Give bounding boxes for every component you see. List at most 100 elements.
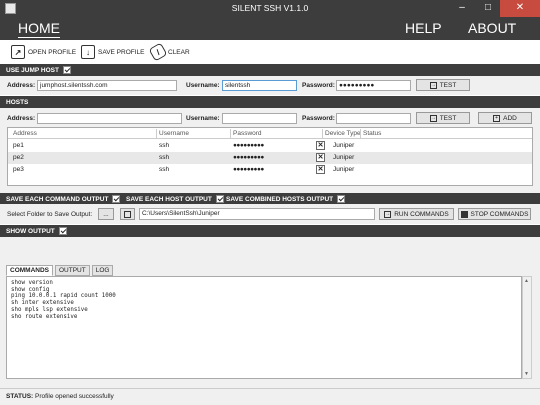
folder-label: Select Folder to Save Output: (7, 211, 93, 218)
save-each-host-option[interactable]: SAVE EACH HOST OUTPUT (126, 195, 224, 203)
open-profile-label: OPEN PROFILE (28, 48, 77, 56)
host-username-input[interactable] (222, 113, 297, 124)
jump-host-section-header: USE JUMP HOST (0, 64, 540, 76)
cell-username: ssh (159, 166, 170, 173)
run-commands-button[interactable]: → RUN COMMANDS (379, 208, 454, 220)
cell-username: ssh (159, 142, 170, 149)
jump-password-label: Password: (302, 82, 335, 89)
jump-address-input[interactable]: jumphost.silentssh.com (37, 80, 177, 91)
menu-help[interactable]: HELP (405, 20, 442, 36)
menu-about[interactable]: ABOUT (468, 20, 516, 36)
save-each-host-label: SAVE EACH HOST OUTPUT (126, 195, 212, 203)
jump-host-row: Address: jumphost.silentssh.com Username… (0, 76, 540, 95)
show-output-label: SHOW OUTPUT (6, 227, 55, 235)
delete-row-icon[interactable]: ✕ (316, 165, 325, 174)
browse-button[interactable]: ... (98, 208, 114, 220)
cell-address: pe3 (13, 166, 24, 173)
hosts-table: Address Username Password Device Type St… (7, 127, 533, 186)
clear-label: CLEAR (168, 48, 190, 56)
save-icon: ↓ (81, 45, 95, 59)
host-address-input[interactable] (37, 113, 182, 124)
cell-password: ●●●●●●●●● (233, 142, 264, 149)
title-bar: SILENT SSH V1.1.0 – □ ✕ (0, 0, 540, 17)
col-password[interactable]: Password (233, 130, 262, 137)
save-profile-button[interactable]: ↓ SAVE PROFILE (81, 44, 144, 60)
folder-icon (124, 210, 131, 218)
cell-username: ssh (159, 154, 170, 161)
save-options-bar: SAVE EACH COMMAND OUTPUT SAVE EACH HOST … (0, 193, 540, 204)
jump-test-button[interactable]: → TEST (416, 79, 470, 91)
table-row[interactable]: pe1 ssh ●●●●●●●●● ✕ Juniper (8, 140, 532, 152)
folder-path-input[interactable]: C:\Users\SilentSsh\Juniper (139, 208, 375, 220)
open-folder-button[interactable] (120, 208, 135, 220)
eraser-icon: / (148, 42, 168, 62)
host-password-input[interactable] (336, 113, 411, 124)
tab-log[interactable]: LOG (91, 265, 114, 276)
cell-device-type: Juniper (333, 166, 355, 173)
cell-password: ●●●●●●●●● (233, 166, 264, 173)
stop-icon (460, 210, 468, 218)
host-test-button[interactable]: → TEST (416, 112, 470, 124)
tab-output[interactable]: OUTPUT (55, 265, 90, 276)
scroll-down-icon[interactable]: ▼ (524, 371, 529, 377)
cell-address: pe1 (13, 142, 24, 149)
cell-device-type: Juniper (333, 154, 355, 161)
delete-row-icon[interactable]: ✕ (316, 153, 325, 162)
toolbar: ↗ OPEN PROFILE ↓ SAVE PROFILE / CLEAR (0, 40, 540, 64)
host-test-label: TEST (439, 114, 457, 122)
save-each-command-label: SAVE EACH COMMAND OUTPUT (6, 195, 109, 203)
table-row[interactable]: pe2 ssh ●●●●●●●●● ✕ Juniper (8, 152, 532, 164)
add-host-label: ADD (503, 114, 517, 122)
close-button[interactable]: ✕ (500, 0, 540, 17)
scroll-up-icon[interactable]: ▲ (524, 278, 529, 284)
jump-test-label: TEST (439, 81, 457, 89)
save-combined-option[interactable]: SAVE COMBINED HOSTS OUTPUT (226, 195, 346, 203)
commands-textarea[interactable]: show version show config ping 10.0.0.1 r… (6, 276, 522, 379)
menu-home[interactable]: HOME (18, 20, 60, 38)
minimize-button[interactable]: – (449, 0, 475, 17)
save-combined-checkbox[interactable] (337, 195, 346, 203)
host-address-label: Address: (7, 115, 36, 122)
col-status[interactable]: Status (363, 130, 381, 137)
save-each-command-option[interactable]: SAVE EACH COMMAND OUTPUT (6, 195, 121, 203)
table-row[interactable]: pe3 ssh ●●●●●●●●● ✕ Juniper (8, 164, 532, 176)
open-profile-button[interactable]: ↗ OPEN PROFILE (11, 44, 76, 60)
host-password-label: Password: (302, 115, 335, 122)
save-each-command-checkbox[interactable] (112, 195, 121, 203)
col-device-type[interactable]: Device Type (325, 130, 361, 137)
col-username[interactable]: Username (159, 130, 189, 137)
delete-row-icon[interactable]: ✕ (316, 141, 325, 150)
login-icon: → (429, 81, 437, 89)
cell-address: pe2 (13, 154, 24, 161)
menu-bar: HOME HELP ABOUT (0, 17, 540, 40)
status-label: STATUS: (6, 393, 34, 400)
add-icon: + (493, 114, 501, 122)
maximize-button[interactable]: □ (475, 0, 501, 17)
output-tabs: COMMANDS OUTPUT LOG (6, 265, 114, 276)
open-file-icon: ↗ (11, 45, 25, 59)
jump-password-input[interactable]: ●●●●●●●●● (336, 80, 411, 91)
hosts-section-header: HOSTS (0, 96, 540, 108)
output-scrollbar[interactable]: ▲ ▼ (522, 276, 532, 379)
use-jump-host-checkbox[interactable] (62, 66, 71, 74)
login-icon: → (429, 114, 437, 122)
show-output-checkbox[interactable] (58, 227, 67, 235)
jump-host-section-label: USE JUMP HOST (6, 66, 59, 74)
status-text: Profile opened successfully (35, 393, 114, 400)
clear-button[interactable]: / CLEAR (148, 42, 190, 62)
jump-username-input[interactable]: silentssh (222, 80, 297, 91)
tab-commands[interactable]: COMMANDS (6, 265, 53, 276)
save-profile-label: SAVE PROFILE (98, 48, 145, 56)
hosts-table-header: Address Username Password Device Type St… (8, 128, 532, 139)
run-commands-label: RUN COMMANDS (394, 210, 449, 218)
stop-commands-button[interactable]: STOP COMMANDS (458, 208, 531, 220)
col-address[interactable]: Address (13, 130, 37, 137)
jump-address-label: Address: (7, 82, 36, 89)
add-host-button[interactable]: + ADD (478, 112, 532, 124)
cell-device-type: Juniper (333, 142, 355, 149)
hosts-section-label: HOSTS (6, 98, 29, 106)
save-combined-label: SAVE COMBINED HOSTS OUTPUT (226, 195, 334, 203)
save-each-host-checkbox[interactable] (215, 195, 224, 203)
cell-password: ●●●●●●●●● (233, 154, 264, 161)
show-output-section-header: SHOW OUTPUT (0, 225, 540, 237)
